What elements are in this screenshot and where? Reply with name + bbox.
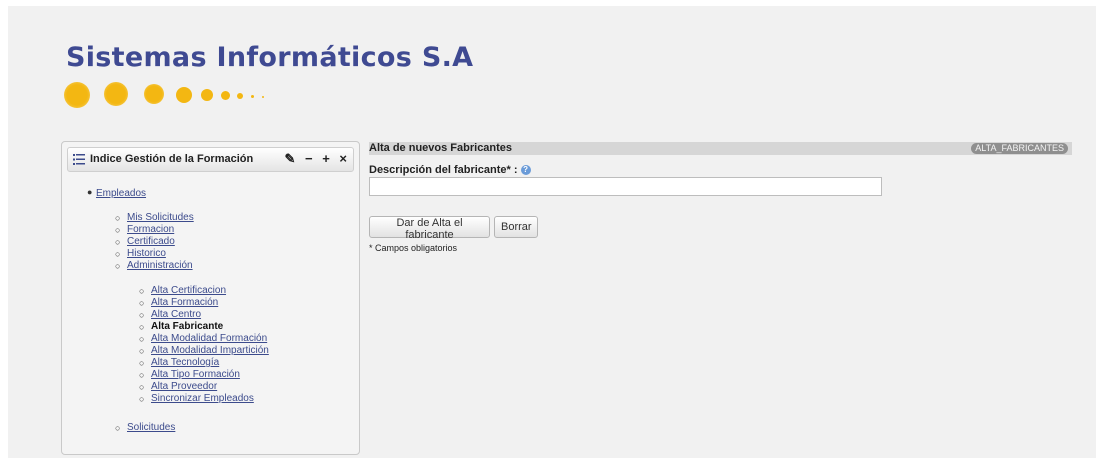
maximize-icon[interactable]: + <box>322 151 330 166</box>
nav-link-empleados[interactable]: Empleados <box>96 188 146 199</box>
descripcion-input[interactable] <box>369 177 882 196</box>
nav-link-sincronizar-empleados[interactable]: Sincronizar Empleados <box>151 393 254 404</box>
configure-icon[interactable]: ✎ <box>284 151 295 166</box>
nav-link-alta-tipo-formacion[interactable]: Alta Tipo Formación <box>151 369 240 380</box>
minimize-icon[interactable]: − <box>305 151 313 166</box>
portlet-title: Indice Gestión de la Formación <box>90 153 254 165</box>
nav-current-alta-fabricante: Alta Fabricante <box>151 321 224 332</box>
bullet: ● <box>87 187 93 197</box>
required-fields-note: * Campos obligatorios <box>369 243 458 253</box>
close-icon[interactable]: × <box>339 151 347 166</box>
nav-link-administracion[interactable]: Administración <box>127 260 193 271</box>
nav-link-formacion[interactable]: Formacion <box>127 224 174 235</box>
submit-button[interactable]: Dar de Alta el fabricante <box>369 216 490 241</box>
nav-link-solicitudes[interactable]: Solicitudes <box>127 422 175 433</box>
brand-title: Sistemas Informáticos S.A <box>66 42 474 73</box>
nav-link-alta-modalidad-formacion[interactable]: Alta Modalidad Formación <box>151 333 267 344</box>
list-icon <box>73 154 85 165</box>
brand-logo-dots <box>64 80 304 110</box>
form-id-badge: ALTA_FABRICANTES <box>971 143 1068 154</box>
reset-button[interactable]: Borrar <box>494 216 538 238</box>
nav-link-alta-formacion[interactable]: Alta Formación <box>151 297 218 308</box>
nav-link-alta-tecnologia[interactable]: Alta Tecnología <box>151 357 219 368</box>
help-icon[interactable]: ? <box>520 165 531 176</box>
nav-link-alta-modalidad-imparticion[interactable]: Alta Modalidad Impartición <box>151 345 269 356</box>
nav-link-mis-solicitudes[interactable]: Mis Solicitudes <box>127 212 194 223</box>
nav-link-alta-proveedor[interactable]: Alta Proveedor <box>151 381 217 392</box>
form-title: Alta de nuevos Fabricantes <box>369 142 513 154</box>
portlet-header: Indice Gestión de la Formación ✎ − + × <box>67 147 354 172</box>
field-label-descripcion: Descripción del fabricante* :? <box>369 164 531 176</box>
nav-link-alta-certificacion[interactable]: Alta Certificacion <box>151 285 226 296</box>
nav-link-certificado[interactable]: Certificado <box>127 236 175 247</box>
nav-link-historico[interactable]: Historico <box>127 248 166 259</box>
form-title-bar: Alta de nuevos Fabricantes ALTA_FABRICAN… <box>369 142 1072 155</box>
nav-link-alta-centro[interactable]: Alta Centro <box>151 309 201 320</box>
index-portlet: Indice Gestión de la Formación ✎ − + × ●… <box>61 141 360 455</box>
